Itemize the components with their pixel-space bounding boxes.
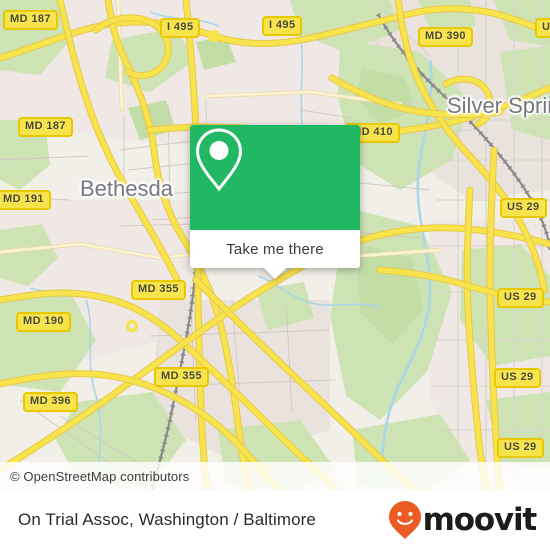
route-shield-us29-3[interactable]: US 29 bbox=[494, 368, 541, 388]
popup-cta-area[interactable]: Take me there bbox=[190, 230, 360, 268]
moovit-pin-icon bbox=[388, 501, 421, 539]
place-label-silver-spring: Silver Spring bbox=[447, 93, 550, 118]
popup-icon-area bbox=[190, 125, 360, 230]
footer-bar: On Trial Assoc, Washington / Baltimore m… bbox=[0, 490, 550, 550]
route-shield-md191[interactable]: MD 191 bbox=[0, 190, 51, 210]
route-shield-us29-2[interactable]: US 29 bbox=[497, 288, 544, 308]
route-shield-i495-west[interactable]: I 495 bbox=[160, 18, 201, 38]
route-shield-us29-topright[interactable]: U bbox=[535, 18, 550, 38]
location-popup-card[interactable]: Take me there bbox=[190, 125, 360, 279]
route-shield-md396[interactable]: MD 396 bbox=[23, 392, 78, 412]
route-shield-us29-4[interactable]: US 29 bbox=[497, 438, 544, 458]
route-shield-md187-south[interactable]: MD 187 bbox=[18, 117, 73, 137]
route-shield-i495-east[interactable]: I 495 bbox=[262, 16, 303, 36]
route-shield-md190[interactable]: MD 190 bbox=[16, 312, 71, 332]
map-attribution-bar: © OpenStreetMap contributors bbox=[0, 462, 550, 490]
place-label-bethesda: Bethesda bbox=[80, 176, 173, 201]
map-screenshot: .park{fill:#cde3b4;} .parkdk{fill:#c2dda… bbox=[0, 0, 550, 550]
take-me-there-label: Take me there bbox=[226, 240, 324, 258]
route-shield-md390[interactable]: MD 390 bbox=[418, 27, 473, 47]
moovit-wordmark: moovit bbox=[422, 502, 538, 538]
route-shield-md187-north[interactable]: MD 187 bbox=[3, 10, 58, 30]
route-shield-md355-north[interactable]: MD 355 bbox=[131, 280, 186, 300]
footer-title: On Trial Assoc, Washington / Baltimore bbox=[18, 510, 316, 529]
map-pin-icon bbox=[195, 128, 243, 192]
moovit-brand[interactable]: moovit bbox=[388, 500, 550, 540]
attribution-text[interactable]: © OpenStreetMap contributors bbox=[0, 469, 189, 484]
popup-pointer-tail bbox=[264, 268, 286, 279]
route-shield-md355-south[interactable]: MD 355 bbox=[154, 367, 209, 387]
route-shield-us29-1[interactable]: US 29 bbox=[500, 198, 547, 218]
map-canvas[interactable]: .park{fill:#cde3b4;} .parkdk{fill:#c2dda… bbox=[0, 0, 550, 490]
